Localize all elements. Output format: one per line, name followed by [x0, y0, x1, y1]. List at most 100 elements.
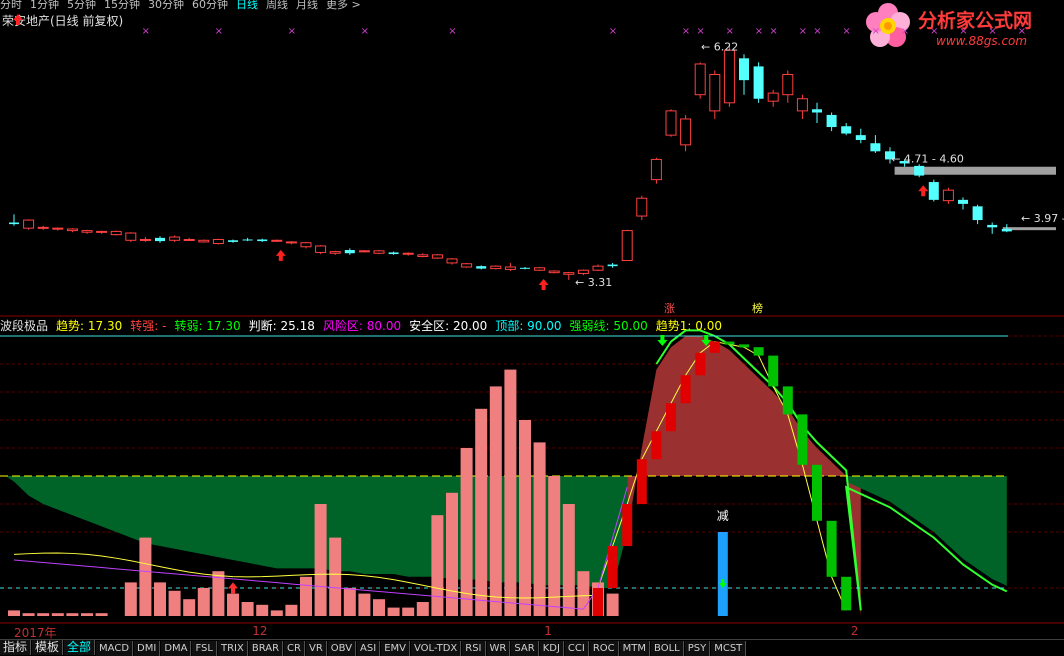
candle-body-up	[96, 230, 108, 233]
trend-bar	[431, 515, 444, 616]
candle-body-up	[563, 272, 575, 275]
candle-body-up	[723, 49, 735, 104]
reduce-label: 减	[717, 509, 729, 523]
trend-bar	[387, 607, 400, 616]
indicator-tab[interactable]: DMA	[161, 641, 192, 656]
trend-bar	[139, 537, 152, 616]
indicator-tab[interactable]: VOL-TDX	[410, 641, 462, 656]
indicator-tab[interactable]: MTM	[619, 641, 651, 656]
candle-body-down	[841, 126, 852, 134]
trend-bar	[51, 613, 64, 616]
indicator-tab[interactable]: RSI	[462, 641, 486, 656]
indicator-tab[interactable]: CR	[284, 641, 305, 656]
candle-body-down	[228, 240, 238, 242]
trend-bar	[358, 593, 371, 616]
indicator-tab[interactable]: MCST	[711, 641, 747, 656]
indicator-tab[interactable]: WR	[486, 641, 511, 656]
indicator-tab[interactable]: ROC	[589, 641, 619, 656]
indicator-tab[interactable]: CCI	[564, 641, 589, 656]
indicator-tab[interactable]: 模板	[32, 640, 64, 655]
indicator-tab[interactable]: 指标	[0, 640, 32, 655]
candle-body-down	[958, 199, 968, 204]
candle-body-down	[928, 182, 939, 200]
down-arrow-icon	[657, 335, 668, 346]
chart-stage: 分时 1分钟 5分钟 15分钟 30分钟 60分钟 日线 周线 月线 更多 > 荣安地产(日线 前…	[0, 0, 1064, 656]
candle-body-up	[446, 258, 458, 264]
top-marker-icon: ×	[930, 26, 938, 37]
candle-body-down	[1001, 228, 1012, 232]
trend-bar	[533, 442, 546, 616]
candle-body-up	[796, 98, 808, 112]
indicator-tab[interactable]: VR	[305, 641, 327, 656]
candle-body-up	[694, 63, 706, 96]
trend-step	[709, 341, 720, 353]
candle-body-up	[300, 242, 312, 248]
trend-bar	[343, 588, 356, 616]
candle-body-up	[636, 197, 648, 217]
trend-bar	[519, 420, 531, 616]
trend-bar	[154, 582, 166, 616]
indicator-tab[interactable]: SAR	[511, 641, 539, 656]
top-marker-icon: ×	[726, 26, 734, 37]
indicator-tab[interactable]: FSL	[192, 641, 217, 656]
trend-bar	[285, 604, 298, 616]
indicator-tab[interactable]: 全部	[64, 640, 96, 655]
indicator-tab[interactable]: BRAR	[248, 641, 284, 656]
date-axis: 2017年 12 1 2	[0, 624, 1064, 640]
top-marker-icon: ×	[755, 26, 763, 37]
candle-body-down	[257, 239, 268, 242]
candle-body-up	[198, 239, 210, 243]
indicator-tab[interactable]: ASI	[357, 641, 381, 656]
trend-bar	[8, 610, 20, 616]
trend-bar	[81, 613, 93, 616]
candle-body-up	[767, 92, 779, 102]
candle-body-down	[476, 266, 487, 269]
trend-bar	[300, 576, 312, 616]
trend-step	[841, 576, 852, 611]
candle-body-up	[650, 158, 662, 181]
trend-bar	[504, 369, 517, 616]
trend-bar	[314, 504, 327, 616]
trend-bar	[416, 602, 429, 616]
top-marker-icon: ×	[799, 26, 807, 37]
ranking-label: 榜	[752, 301, 763, 315]
indicator-tab[interactable]: OBV	[327, 641, 357, 656]
candle-body-up	[23, 219, 35, 229]
legend-item: 强弱线: 50.00	[569, 319, 648, 333]
indicator-tab[interactable]: PSY	[684, 641, 711, 656]
candle-body-up	[212, 238, 224, 245]
indicator-tab[interactable]: KDJ	[539, 641, 564, 656]
reduce-bar	[717, 532, 728, 616]
legend-item: 转弱: 17.30	[174, 319, 241, 333]
candle-body-up	[37, 226, 49, 229]
candle-body-up	[577, 269, 589, 274]
trend-step	[636, 459, 647, 504]
up-arrow-icon	[275, 249, 286, 261]
indicator-tab[interactable]: TRIX	[217, 641, 248, 656]
trend-step	[753, 347, 764, 356]
date-tick-label: 1	[544, 624, 552, 638]
trend-bar	[548, 476, 561, 616]
candle-body-up	[285, 241, 297, 244]
trend-bar	[489, 386, 502, 616]
trend-bar	[227, 593, 239, 616]
candle-body-down	[972, 206, 983, 221]
candle-body-up	[942, 189, 954, 202]
candle-body-down	[739, 58, 749, 81]
candle-body-up	[66, 228, 78, 232]
top-marker-icon: ×	[609, 26, 617, 37]
indicator-legend: 波段极品 趋势: 17.30 转强: - 转弱: 17.30 判断: 25.18 风险区:…	[0, 318, 730, 334]
indicator-tab[interactable]: DMI	[134, 641, 161, 656]
trend-bar	[197, 588, 210, 616]
candle-body-down	[855, 135, 866, 140]
trend-bar	[373, 599, 385, 616]
indicator-tab[interactable]: EMV	[381, 641, 410, 656]
trend-step	[724, 341, 735, 345]
candle-body-up	[431, 254, 443, 259]
trend-step	[782, 386, 793, 415]
indicator-tab[interactable]: BOLL	[651, 641, 684, 656]
candle-body-up	[373, 250, 385, 254]
candle-body-down	[753, 66, 764, 99]
indicator-tab[interactable]: MACD	[96, 641, 134, 656]
candle-body-up	[490, 265, 502, 270]
